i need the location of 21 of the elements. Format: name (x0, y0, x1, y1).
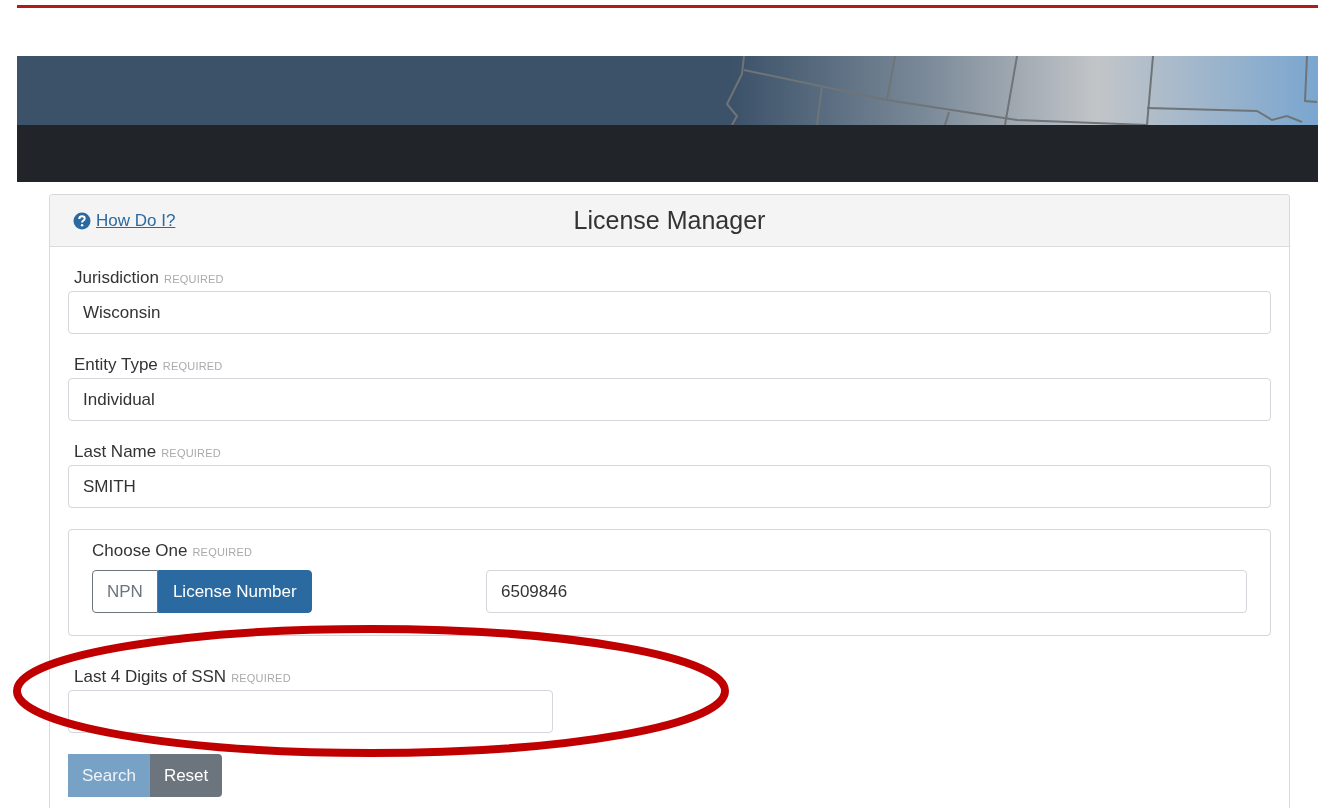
field-label: Last Name (74, 442, 157, 462)
input-field[interactable]: Individual (68, 378, 1271, 421)
reset-button[interactable]: Reset (149, 754, 223, 797)
field-label: Entity Type (74, 355, 158, 375)
toggle-option[interactable]: License Number (157, 570, 312, 613)
input-field[interactable]: Wisconsin (68, 291, 1271, 334)
field-label: Jurisdiction (74, 268, 160, 288)
help-link[interactable]: How Do I? (96, 210, 176, 231)
input-field[interactable]: SMITH (68, 465, 1271, 508)
input-field[interactable] (68, 690, 553, 733)
help-icon (73, 211, 91, 230)
group-label: Choose One (92, 541, 188, 561)
required-tag: REQUIRED (164, 273, 224, 285)
required-tag: REQUIRED (162, 360, 223, 372)
required-tag: REQUIRED (161, 447, 221, 459)
required-tag: REQUIRED (192, 546, 253, 558)
input-field[interactable]: 6509846 (486, 570, 1247, 613)
toggle-option[interactable]: NPN (92, 570, 158, 613)
field-label: Last 4 Digits of SSN (74, 667, 227, 687)
panel-title: License Manager (573, 206, 766, 235)
required-tag: REQUIRED (231, 672, 291, 684)
